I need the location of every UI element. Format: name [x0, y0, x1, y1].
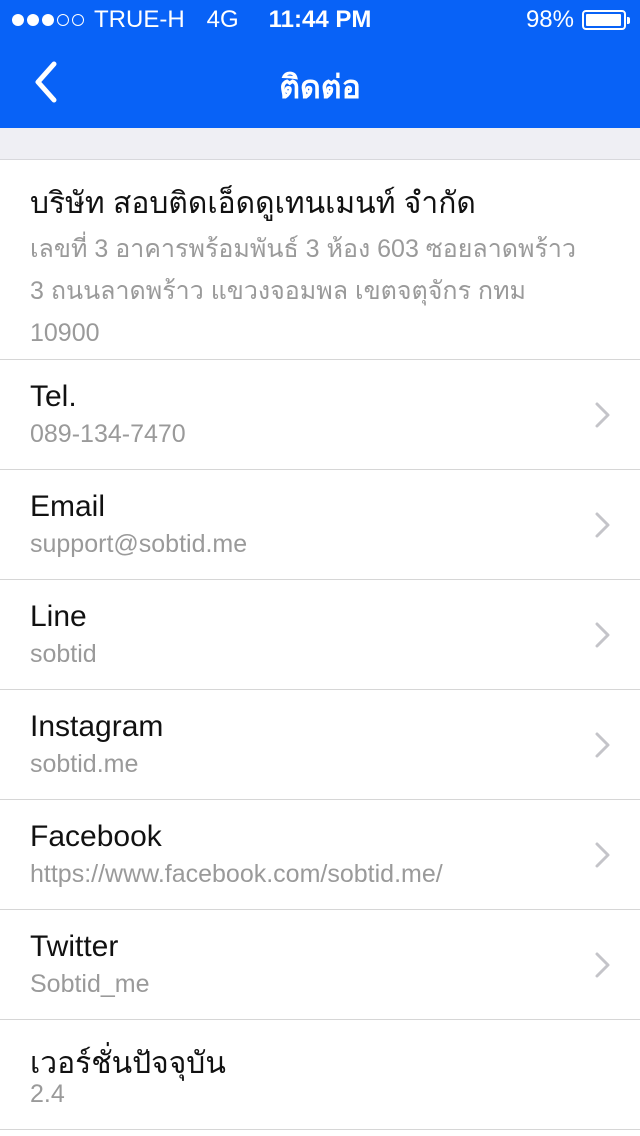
status-bar: TRUE-H 4G 11:44 PM 98%: [0, 0, 640, 40]
chevron-right-icon: [595, 512, 610, 538]
status-right: 98%: [525, 6, 630, 34]
contact-row-facebook[interactable]: Facebook https://www.facebook.com/sobtid…: [0, 800, 640, 910]
company-name: บริษัท สอบติดเอ็ดดูเทนเมนท์ จำกัด: [30, 187, 476, 220]
battery-icon: [582, 10, 630, 30]
battery-percent: 98%: [525, 6, 574, 33]
chevron-right-icon: [595, 842, 610, 868]
chevron-right-icon: [595, 952, 610, 978]
contact-row-email[interactable]: Email support@sobtid.me: [0, 470, 640, 580]
version-row: เวอร์ชั่นปัจจุบัน 2.4: [0, 1020, 640, 1130]
contact-value: https://www.facebook.com/sobtid.me/: [30, 860, 443, 888]
contact-list: บริษัท สอบติดเอ็ดดูเทนเมนท์ จำกัด เลขที่…: [0, 160, 640, 1130]
contact-row-line[interactable]: Line sobtid: [0, 580, 640, 690]
contact-label: Email: [30, 490, 106, 523]
section-spacer: [0, 128, 640, 160]
company-info: บริษัท สอบติดเอ็ดดูเทนเมนท์ จำกัด เลขที่…: [0, 160, 640, 360]
contact-row-tel[interactable]: Tel. 089-134-7470: [0, 360, 640, 470]
top-bar: TRUE-H 4G 11:44 PM 98% ติดต่อ: [0, 0, 640, 128]
contact-label: Twitter: [30, 930, 119, 963]
contact-label: Facebook: [30, 820, 162, 853]
contact-label: Tel.: [30, 380, 77, 413]
page-title: ติดต่อ: [279, 69, 361, 105]
contact-value: sobtid.me: [30, 750, 139, 778]
contact-value: 089-134-7470: [30, 420, 186, 448]
contact-label: Instagram: [30, 710, 164, 743]
contact-row-instagram[interactable]: Instagram sobtid.me: [0, 690, 640, 800]
contact-value: sobtid: [30, 640, 97, 668]
chevron-right-icon: [595, 622, 610, 648]
contact-value: support@sobtid.me: [30, 530, 248, 558]
contact-value: Sobtid_me: [30, 970, 150, 998]
contact-label: Line: [30, 600, 87, 633]
version-value: 2.4: [30, 1080, 65, 1108]
chevron-right-icon: [595, 732, 610, 758]
battery-level: [586, 14, 622, 26]
chevron-right-icon: [595, 402, 610, 428]
navigation-bar: ติดต่อ: [0, 40, 640, 128]
contact-row-twitter[interactable]: Twitter Sobtid_me: [0, 910, 640, 1020]
company-address: เลขที่ 3 อาคารพร้อมพันธ์ 3 ห้อง 603 ซอยล…: [30, 235, 577, 347]
